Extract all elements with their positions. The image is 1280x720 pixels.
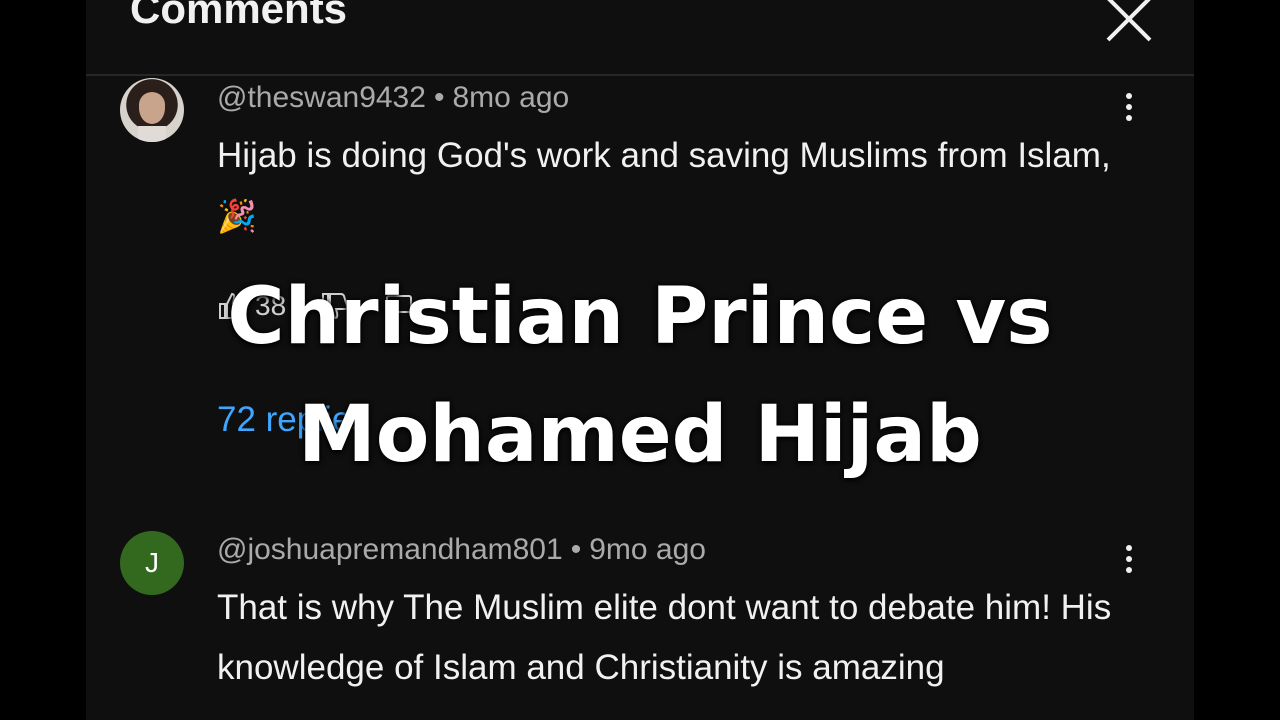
thumbs-up-icon	[219, 292, 246, 319]
comment-meta: @theswan9432 • 8mo ago	[217, 80, 569, 116]
view-replies-link[interactable]: 72 replies	[217, 400, 369, 440]
like-count: 38	[255, 290, 287, 321]
comments-panel: Comments @theswan9432 • 8mo ago Hijab is…	[86, 0, 1194, 720]
comment-text: That is why The Muslim elite dont want t…	[217, 588, 1112, 687]
close-button[interactable]	[1102, 0, 1156, 46]
thumbs-down-icon	[322, 293, 349, 320]
avatar-letter: J	[145, 547, 159, 578]
reply-button[interactable]	[384, 291, 414, 321]
comment-text: Hijab is doing God's work and saving Mus…	[217, 126, 1137, 246]
like-button[interactable]: 38	[217, 290, 286, 322]
avatar[interactable]	[120, 78, 184, 142]
party-popper-icon: 🎉	[217, 198, 257, 234]
close-icon	[1106, 0, 1152, 42]
avatar-photo-icon	[134, 90, 170, 142]
dislike-button[interactable]	[320, 291, 350, 321]
meta-separator: •	[433, 81, 445, 114]
panel-title: Comments	[130, 0, 348, 32]
video-frame: Comments @theswan9432 • 8mo ago Hijab is…	[0, 0, 1280, 720]
comment-body: Hijab is doing God's work and saving Mus…	[217, 136, 1111, 175]
comment-meta: @joshuapremandham801 • 9mo ago	[217, 532, 706, 568]
reply-icon	[386, 295, 413, 321]
comment-actions: 38	[217, 284, 448, 328]
comment-author[interactable]: @joshuapremandham801	[217, 533, 563, 566]
comment-time: 8mo ago	[452, 81, 570, 114]
comment-time: 9mo ago	[589, 533, 706, 566]
comment-author[interactable]: @theswan9432	[217, 81, 426, 114]
avatar[interactable]: J	[120, 531, 184, 595]
comments-header: Comments	[86, 0, 1194, 76]
meta-separator: •	[570, 533, 582, 566]
